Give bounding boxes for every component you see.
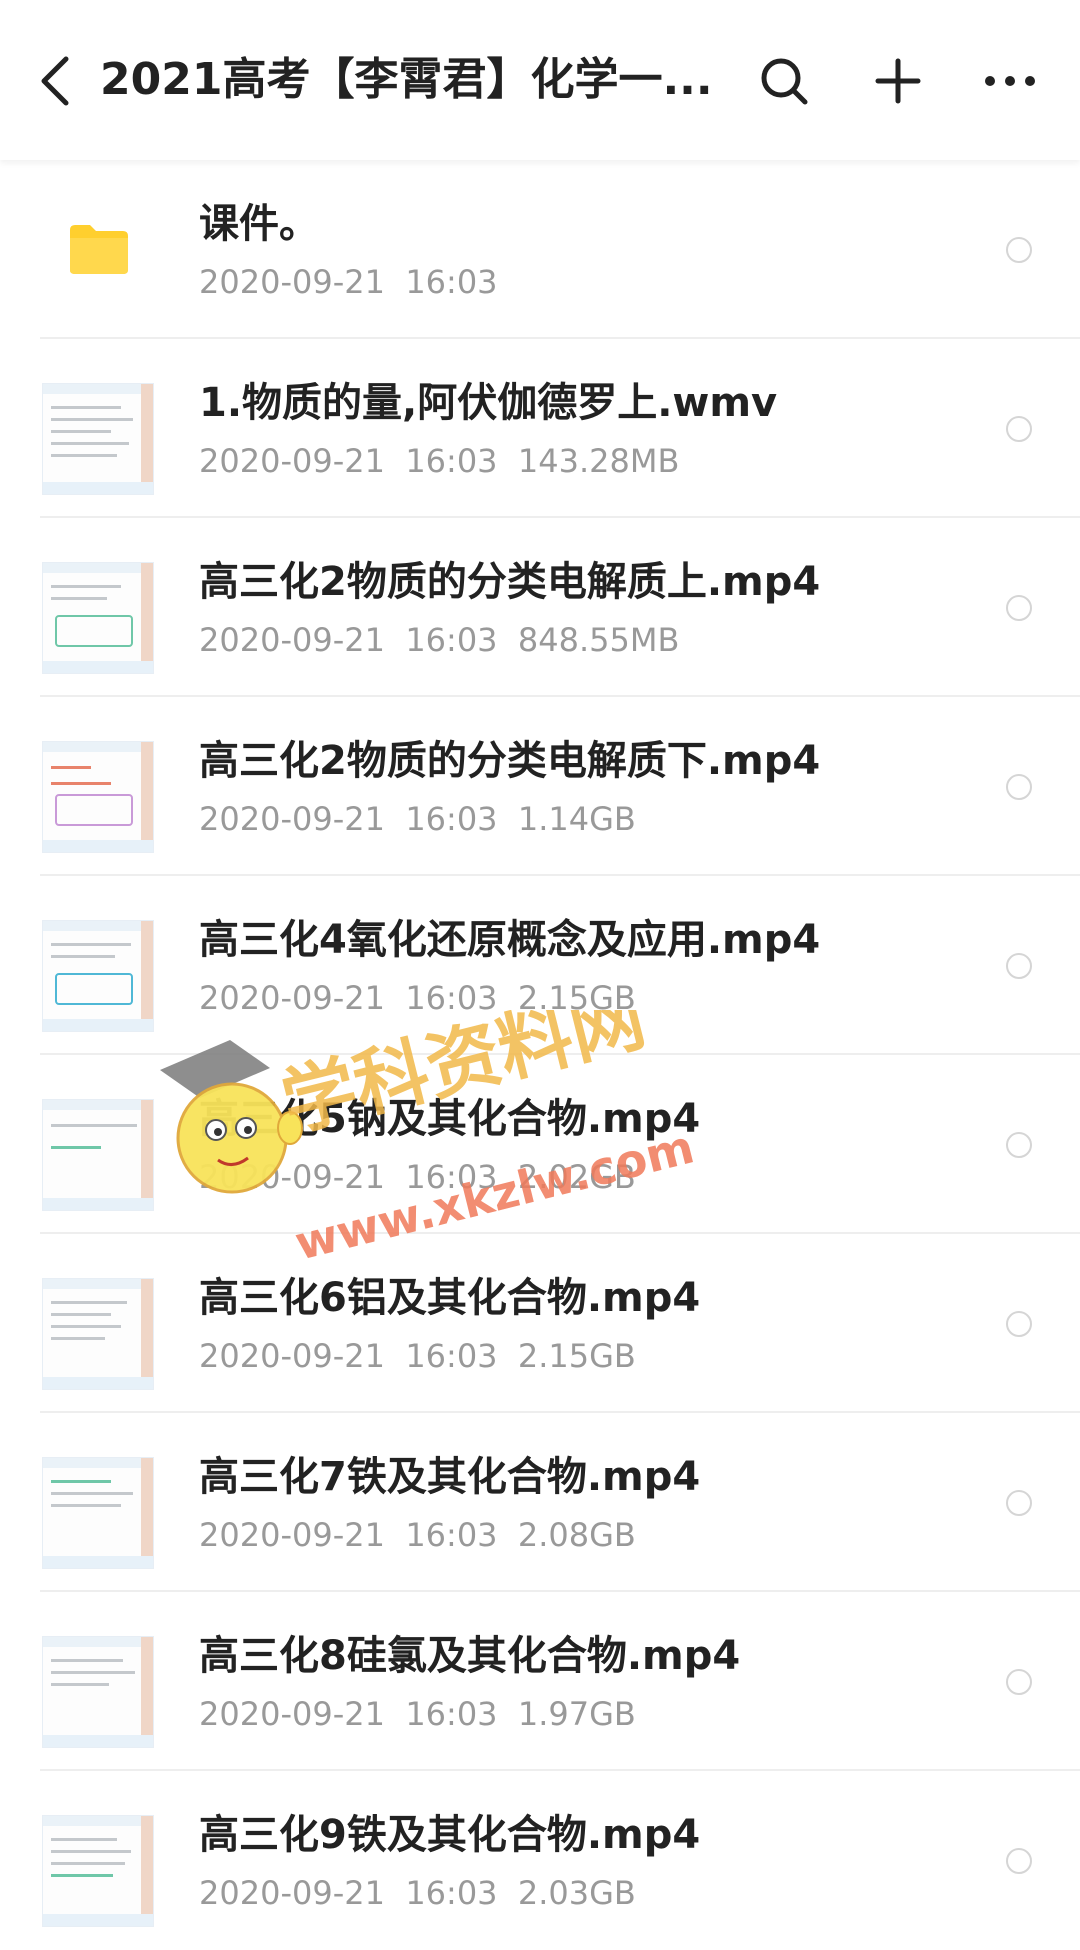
list-item[interactable]: 高三化2物质的分类电解质下.mp4 2020-09-21 16:03 1.14G… [0, 697, 1080, 876]
select-radio[interactable] [1006, 1848, 1032, 1874]
file-time: 16:03 [405, 621, 498, 659]
file-name: 高三化4氧化还原概念及应用.mp4 [199, 917, 821, 963]
file-size: 2.15GB [517, 1337, 636, 1375]
file-meta: 2020-09-21 16:03 [199, 260, 498, 304]
file-name: 课件。 [199, 201, 319, 247]
more-icon[interactable] [974, 45, 1046, 117]
select-radio[interactable] [1006, 595, 1032, 621]
file-date: 2020-09-21 [199, 1516, 385, 1554]
file-size: 143.28MB [517, 442, 680, 480]
folder-icon [68, 222, 130, 276]
video-thumbnail [42, 1636, 154, 1748]
file-time: 16:03 [405, 979, 498, 1017]
file-date: 2020-09-21 [199, 800, 385, 838]
file-meta: 2020-09-21 16:03 2.02GB [199, 1155, 636, 1199]
select-radio[interactable] [1006, 774, 1032, 800]
file-list: 课件。 2020-09-21 16:03 1.物质的量,阿伏伽德罗上.wmv 2… [0, 160, 1080, 1950]
file-time: 16:03 [405, 1516, 498, 1554]
list-item[interactable]: 高三化2物质的分类电解质上.mp4 2020-09-21 16:03 848.5… [0, 518, 1080, 697]
file-name: 高三化7铁及其化合物.mp4 [199, 1454, 701, 1500]
video-thumbnail [42, 741, 154, 853]
search-icon[interactable] [748, 45, 820, 117]
file-meta: 2020-09-21 16:03 2.03GB [199, 1871, 636, 1915]
video-thumbnail [42, 562, 154, 674]
file-meta: 2020-09-21 16:03 848.55MB [199, 618, 679, 662]
list-item[interactable]: 1.物质的量,阿伏伽德罗上.wmv 2020-09-21 16:03 143.2… [0, 339, 1080, 518]
list-item[interactable]: 高三化4氧化还原概念及应用.mp4 2020-09-21 16:03 2.15G… [0, 876, 1080, 1055]
video-thumbnail [42, 1815, 154, 1927]
list-item[interactable]: 高三化5钠及其化合物.mp4 2020-09-21 16:03 2.02GB [0, 1055, 1080, 1234]
plus-icon[interactable] [862, 45, 934, 117]
file-name: 高三化6铝及其化合物.mp4 [199, 1275, 701, 1321]
list-item[interactable]: 高三化7铁及其化合物.mp4 2020-09-21 16:03 2.08GB [0, 1413, 1080, 1592]
file-size: 2.15GB [517, 979, 636, 1017]
video-thumbnail [42, 383, 154, 495]
file-size: 1.14GB [517, 800, 636, 838]
list-item[interactable]: 高三化6铝及其化合物.mp4 2020-09-21 16:03 2.15GB [0, 1234, 1080, 1413]
file-size: 2.08GB [517, 1516, 636, 1554]
file-name: 高三化8硅氯及其化合物.mp4 [199, 1633, 741, 1679]
file-time: 16:03 [405, 1874, 498, 1912]
video-thumbnail [42, 1457, 154, 1569]
file-meta: 2020-09-21 16:03 2.15GB [199, 976, 636, 1020]
file-size: 848.55MB [517, 621, 680, 659]
file-date: 2020-09-21 [199, 621, 385, 659]
file-size: 2.03GB [517, 1874, 636, 1912]
video-thumbnail [42, 1278, 154, 1390]
file-time: 16:03 [405, 1695, 498, 1733]
file-size: 2.02GB [517, 1158, 636, 1196]
select-radio[interactable] [1006, 416, 1032, 442]
file-name: 高三化2物质的分类电解质下.mp4 [199, 738, 821, 784]
file-time: 16:03 [405, 442, 498, 480]
select-radio[interactable] [1006, 1132, 1032, 1158]
list-item-folder[interactable]: 课件。 2020-09-21 16:03 [0, 160, 1080, 339]
file-name: 高三化9铁及其化合物.mp4 [199, 1812, 701, 1858]
file-date: 2020-09-21 [199, 979, 385, 1017]
file-time: 16:03 [405, 263, 498, 301]
file-meta: 2020-09-21 16:03 1.97GB [199, 1692, 636, 1736]
back-arrow-icon[interactable] [20, 45, 92, 117]
file-time: 16:03 [405, 800, 498, 838]
file-time: 16:03 [405, 1158, 498, 1196]
file-time: 16:03 [405, 1337, 498, 1375]
select-radio[interactable] [1006, 237, 1032, 263]
file-meta: 2020-09-21 16:03 2.15GB [199, 1334, 636, 1378]
file-date: 2020-09-21 [199, 1874, 385, 1912]
file-size: 1.97GB [517, 1695, 636, 1733]
select-radio[interactable] [1006, 953, 1032, 979]
file-meta: 2020-09-21 16:03 143.28MB [199, 439, 679, 483]
file-date: 2020-09-21 [199, 1337, 385, 1375]
file-name: 高三化2物质的分类电解质上.mp4 [199, 559, 821, 605]
file-name: 1.物质的量,阿伏伽德罗上.wmv [199, 380, 778, 426]
file-date: 2020-09-21 [199, 1695, 385, 1733]
video-thumbnail [42, 920, 154, 1032]
folder-title: 2021高考【李霄君】化学一... [100, 54, 713, 105]
file-meta: 2020-09-21 16:03 1.14GB [199, 797, 636, 841]
file-name: 高三化5钠及其化合物.mp4 [199, 1096, 701, 1142]
top-app-bar: 2021高考【李霄君】化学一... [0, 0, 1080, 160]
select-radio[interactable] [1006, 1669, 1032, 1695]
select-radio[interactable] [1006, 1311, 1032, 1337]
file-date: 2020-09-21 [199, 1158, 385, 1196]
file-meta: 2020-09-21 16:03 2.08GB [199, 1513, 636, 1557]
list-item[interactable]: 高三化8硅氯及其化合物.mp4 2020-09-21 16:03 1.97GB [0, 1592, 1080, 1771]
select-radio[interactable] [1006, 1490, 1032, 1516]
video-thumbnail [42, 1099, 154, 1211]
file-date: 2020-09-21 [199, 442, 385, 480]
list-item[interactable]: 高三化9铁及其化合物.mp4 2020-09-21 16:03 2.03GB [0, 1771, 1080, 1950]
file-date: 2020-09-21 [199, 263, 385, 301]
